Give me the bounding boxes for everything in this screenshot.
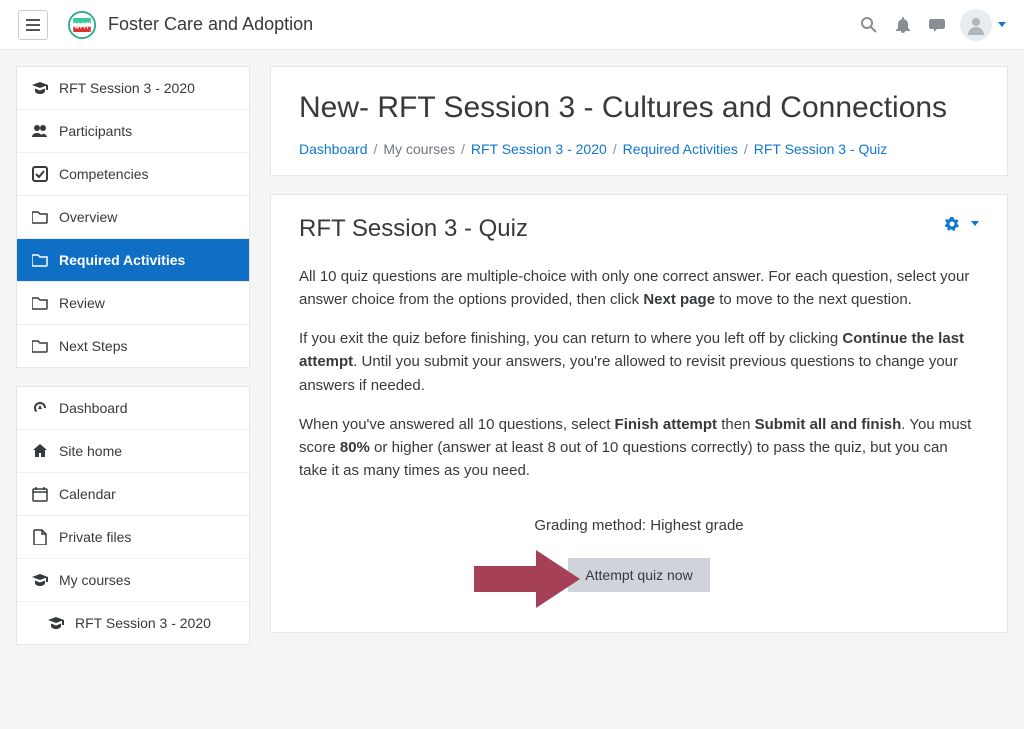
sidebar-item-label: RFT Session 3 - 2020	[75, 615, 211, 631]
grad-cap-icon	[31, 79, 49, 97]
attempt-quiz-button[interactable]: Attempt quiz now	[568, 558, 709, 592]
quiz-settings-button[interactable]	[943, 215, 979, 233]
sidebar-item[interactable]: My courses	[17, 559, 249, 602]
calendar-icon	[31, 485, 49, 503]
sidebar-item[interactable]: Overview	[17, 196, 249, 239]
folder-icon	[31, 294, 49, 312]
folder-icon	[31, 251, 49, 269]
sidebar-item[interactable]: Review	[17, 282, 249, 325]
sidebar-item-label: Overview	[59, 209, 117, 225]
grad-cap-icon	[31, 571, 49, 589]
page-header-card: New- RFT Session 3 - Cultures and Connec…	[270, 66, 1008, 176]
sidebar-item[interactable]: Private files	[17, 516, 249, 559]
sidebar-item[interactable]: Required Activities	[17, 239, 249, 282]
sidebar-item[interactable]: Next Steps	[17, 325, 249, 367]
gauge-icon	[31, 399, 49, 417]
check-square-icon	[31, 165, 49, 183]
breadcrumb-separator: /	[613, 141, 617, 157]
breadcrumb-item: My courses	[383, 141, 455, 157]
bars-icon	[26, 18, 40, 32]
svg-text:UAT: UAT	[74, 21, 90, 30]
users-icon	[31, 122, 49, 140]
search-button[interactable]	[852, 8, 886, 42]
quiz-title: RFT Session 3 - Quiz	[299, 215, 528, 243]
breadcrumb-item[interactable]: Dashboard	[299, 141, 368, 157]
sidebar-item[interactable]: RFT Session 3 - 2020	[17, 67, 249, 110]
sidebar-item-label: Next Steps	[59, 338, 127, 354]
file-icon	[31, 528, 49, 546]
gear-icon	[943, 215, 961, 233]
folder-icon	[31, 337, 49, 355]
sidebar-item-label: My courses	[59, 572, 131, 588]
folder-icon	[31, 208, 49, 226]
topbar: UAT Foster Care and Adoption	[0, 0, 1024, 50]
breadcrumb-separator: /	[461, 141, 465, 157]
site-nav-panel: Dashboard Site home Calendar Private files M…	[16, 386, 250, 645]
sidebar-item-label: Calendar	[59, 486, 116, 502]
quiz-description: All 10 quiz questions are multiple-choic…	[299, 265, 979, 483]
sidebar-item-label: Private files	[59, 529, 131, 545]
search-icon	[861, 17, 877, 33]
sidebar-item-label: RFT Session 3 - 2020	[59, 80, 195, 96]
messages-button[interactable]	[920, 8, 954, 42]
sidebar-item[interactable]: Competencies	[17, 153, 249, 196]
breadcrumb-item[interactable]: Required Activities	[623, 141, 738, 157]
notifications-button[interactable]	[886, 8, 920, 42]
user-menu-button[interactable]	[960, 9, 992, 41]
breadcrumb-separator: /	[744, 141, 748, 157]
bell-icon	[895, 17, 911, 33]
sidebar-item-label: Competencies	[59, 166, 149, 182]
sidebar-item[interactable]: Site home	[17, 430, 249, 473]
course-nav-panel: RFT Session 3 - 2020 Participants Competen…	[16, 66, 250, 368]
breadcrumb-separator: /	[374, 141, 378, 157]
nav-toggle-button[interactable]	[18, 10, 48, 40]
sidebar-item-label: Site home	[59, 443, 122, 459]
breadcrumb-item[interactable]: RFT Session 3 - Quiz	[754, 141, 888, 157]
sidebar-item-label: Dashboard	[59, 400, 128, 416]
sidebar-item-label: Required Activities	[59, 252, 185, 268]
sidebar: RFT Session 3 - 2020 Participants Competen…	[16, 66, 250, 663]
breadcrumb-item[interactable]: RFT Session 3 - 2020	[471, 141, 607, 157]
user-icon	[966, 15, 986, 35]
home-icon	[31, 442, 49, 460]
caret-down-icon	[971, 221, 979, 226]
caret-down-icon	[998, 22, 1006, 27]
sidebar-item[interactable]: Calendar	[17, 473, 249, 516]
page-title: New- RFT Session 3 - Cultures and Connec…	[299, 89, 979, 127]
site-title[interactable]: Foster Care and Adoption	[108, 14, 313, 35]
grading-method: Grading method: Highest grade	[299, 517, 979, 534]
sidebar-item[interactable]: RFT Session 3 - 2020	[17, 602, 249, 644]
quiz-card: RFT Session 3 - Quiz All 10 quiz questio…	[270, 194, 1008, 633]
sidebar-item[interactable]: Dashboard	[17, 387, 249, 430]
sidebar-item-label: Review	[59, 295, 105, 311]
breadcrumb: Dashboard / My courses / RFT Session 3 - 202…	[299, 141, 979, 157]
comment-icon	[929, 17, 945, 33]
main-content: New- RFT Session 3 - Cultures and Connec…	[270, 66, 1008, 663]
site-logo-icon: UAT	[68, 11, 96, 39]
sidebar-item[interactable]: Participants	[17, 110, 249, 153]
sidebar-item-label: Participants	[59, 123, 132, 139]
grad-cap-icon	[47, 614, 65, 632]
